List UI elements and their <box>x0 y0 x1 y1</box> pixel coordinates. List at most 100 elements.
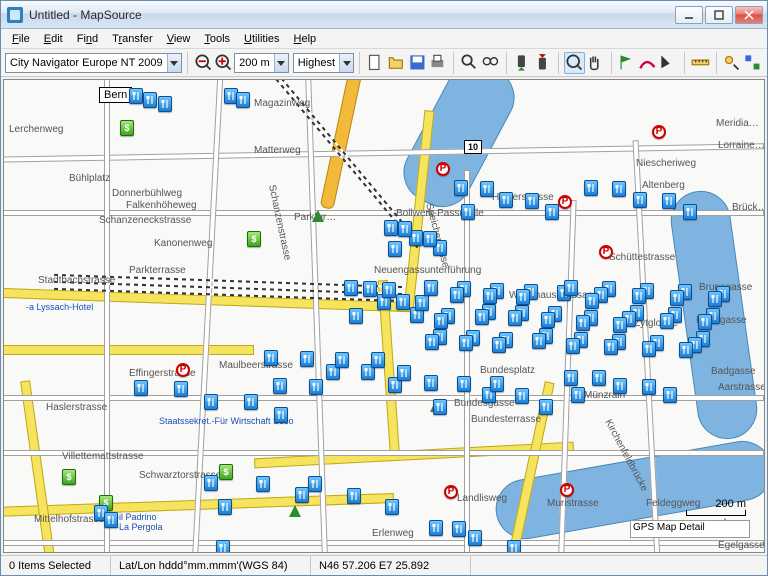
poi-restaurant-icon[interactable] <box>508 310 522 326</box>
poi-restaurant-icon[interactable] <box>335 352 349 368</box>
poi-restaurant-icon[interactable] <box>708 291 722 307</box>
send-to-device-button[interactable] <box>511 52 532 74</box>
poi-restaurant-icon[interactable] <box>425 334 439 350</box>
poi-restaurant-icon[interactable] <box>475 309 489 325</box>
poi-restaurant-icon[interactable] <box>256 476 270 492</box>
poi-restaurant-icon[interactable] <box>264 350 278 366</box>
poi-restaurant-icon[interactable] <box>424 375 438 391</box>
parking-icon[interactable]: P <box>436 162 450 176</box>
poi-restaurant-icon[interactable] <box>308 476 322 492</box>
poi-restaurant-icon[interactable] <box>204 475 218 491</box>
menu-edit[interactable]: Edit <box>37 31 70 47</box>
selection-tool-button[interactable] <box>564 52 585 74</box>
zoom-level-combo[interactable]: 200 m <box>234 53 289 73</box>
poi-restaurant-icon[interactable] <box>541 312 555 328</box>
poi-restaurant-icon[interactable] <box>274 407 288 423</box>
poi-restaurant-icon[interactable] <box>584 180 598 196</box>
poi-restaurant-icon[interactable] <box>642 341 656 357</box>
maximize-button[interactable] <box>705 6 733 24</box>
poi-restaurant-icon[interactable] <box>613 378 627 394</box>
poi-restaurant-icon[interactable] <box>244 394 258 410</box>
save-button[interactable] <box>407 52 428 74</box>
poi-restaurant-icon[interactable] <box>468 530 482 546</box>
poi-restaurant-icon[interactable] <box>576 315 590 331</box>
poi-restaurant-icon[interactable] <box>295 487 309 503</box>
new-button[interactable] <box>365 52 386 74</box>
poi-restaurant-icon[interactable] <box>539 399 553 415</box>
find-nearest-button[interactable] <box>480 52 501 74</box>
poi-restaurant-icon[interactable] <box>423 231 437 247</box>
poi-restaurant-icon[interactable] <box>604 339 618 355</box>
poi-restaurant-icon[interactable] <box>507 540 521 553</box>
poi-restaurant-icon[interactable] <box>174 381 188 397</box>
zoom-out-button[interactable] <box>193 52 214 74</box>
poi-restaurant-icon[interactable] <box>461 204 475 220</box>
poi-restaurant-icon[interactable] <box>450 287 464 303</box>
poi-bank-icon[interactable]: $ <box>62 469 76 485</box>
poi-restaurant-icon[interactable] <box>564 280 578 296</box>
poi-restaurant-icon[interactable] <box>683 204 697 220</box>
map-viewport[interactable]: Bern 10 Lerchenweg Magazinweg Meridia… L… <box>3 79 765 553</box>
parking-icon[interactable]: P <box>599 245 613 259</box>
poi-restaurant-icon[interactable] <box>525 193 539 209</box>
poi-restaurant-icon[interactable] <box>633 192 647 208</box>
poi-restaurant-icon[interactable] <box>663 387 677 403</box>
poi-restaurant-icon[interactable] <box>516 289 530 305</box>
show-user-data-button[interactable] <box>742 52 763 74</box>
poi-restaurant-icon[interactable] <box>545 204 559 220</box>
poi-restaurant-icon[interactable] <box>388 241 402 257</box>
menu-utilities[interactable]: Utilities <box>237 31 286 47</box>
poi-restaurant-icon[interactable] <box>566 338 580 354</box>
poi-restaurant-icon[interactable] <box>363 281 377 297</box>
parking-icon[interactable]: P <box>444 485 458 499</box>
poi-restaurant-icon[interactable] <box>349 308 363 324</box>
poi-restaurant-icon[interactable] <box>347 488 361 504</box>
detail-slider[interactable]: GPS Map Detail <box>630 520 750 538</box>
parking-icon[interactable]: P <box>558 195 572 209</box>
poi-restaurant-icon[interactable] <box>452 521 466 537</box>
poi-restaurant-icon[interactable] <box>499 192 513 208</box>
poi-restaurant-icon[interactable] <box>613 317 627 333</box>
poi-restaurant-icon[interactable] <box>532 333 546 349</box>
poi-restaurant-icon[interactable] <box>300 351 314 367</box>
route-tool-button[interactable] <box>637 52 658 74</box>
poi-restaurant-icon[interactable] <box>429 520 443 536</box>
close-button[interactable] <box>735 6 763 24</box>
poi-restaurant-icon[interactable] <box>143 92 157 108</box>
poi-restaurant-icon[interactable] <box>490 376 504 392</box>
receive-from-device-button[interactable] <box>532 52 553 74</box>
poi-restaurant-icon[interactable] <box>612 181 626 197</box>
measure-tool-button[interactable] <box>690 52 711 74</box>
poi-bank-icon[interactable]: $ <box>120 120 134 136</box>
poi-restaurant-icon[interactable] <box>662 193 676 209</box>
poi-restaurant-icon[interactable] <box>204 394 218 410</box>
poi-restaurant-icon[interactable] <box>483 288 497 304</box>
poi-restaurant-icon[interactable] <box>457 376 471 392</box>
minimize-button[interactable] <box>675 6 703 24</box>
poi-restaurant-icon[interactable] <box>492 337 506 353</box>
menu-view[interactable]: View <box>160 31 198 47</box>
menu-find[interactable]: Find <box>70 31 105 47</box>
poi-restaurant-icon[interactable] <box>592 370 606 386</box>
parking-icon[interactable]: P <box>176 363 190 377</box>
poi-restaurant-icon[interactable] <box>398 221 412 237</box>
poi-restaurant-icon[interactable] <box>415 295 429 311</box>
poi-restaurant-icon[interactable] <box>385 499 399 515</box>
poi-restaurant-icon[interactable] <box>396 294 410 310</box>
poi-restaurant-icon[interactable] <box>433 399 447 415</box>
menu-help[interactable]: Help <box>287 31 324 47</box>
poi-restaurant-icon[interactable] <box>424 280 438 296</box>
product-combo[interactable]: City Navigator Europe NT 2009 <box>5 53 182 73</box>
parking-icon[interactable]: P <box>652 125 666 139</box>
hand-tool-button[interactable] <box>585 52 606 74</box>
poi-restaurant-icon[interactable] <box>698 314 712 330</box>
find-places-button[interactable] <box>459 52 480 74</box>
poi-restaurant-icon[interactable] <box>218 499 232 515</box>
poi-restaurant-icon[interactable] <box>660 313 674 329</box>
poi-restaurant-icon[interactable] <box>371 352 385 368</box>
poi-restaurant-icon[interactable] <box>434 313 448 329</box>
poi-restaurant-icon[interactable] <box>564 370 578 386</box>
print-button[interactable] <box>427 52 448 74</box>
menu-transfer[interactable]: Transfer <box>105 31 160 47</box>
poi-bank-icon[interactable]: $ <box>247 231 261 247</box>
